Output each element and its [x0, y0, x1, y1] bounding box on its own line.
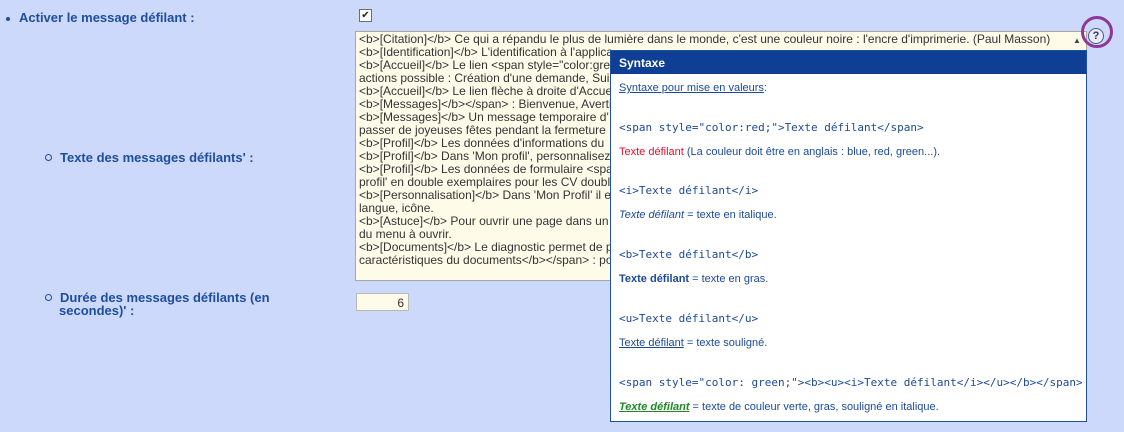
syntax-tooltip: Syntaxe Syntaxe pour mise en valeurs: <s…	[610, 50, 1087, 422]
tooltip-title: Syntaxe	[611, 51, 1086, 74]
scrolling-enabled-checkbox[interactable]: ✔	[359, 9, 372, 22]
combo-sample: Texte défilant	[619, 401, 690, 413]
circle-bullet-icon	[45, 294, 52, 302]
red-example: Texte défilant (La couleur doit être en …	[619, 146, 941, 158]
red-code-example: <span style="color:red;">Texte défilant<…	[619, 121, 924, 134]
bold-example: Texte défilant = texte en gras.	[619, 273, 769, 285]
italic-example: Texte défilant = texte en italique.	[619, 209, 777, 221]
combo-example: Texte défilant = texte de couleur verte,…	[619, 401, 939, 413]
underline-code-example: <u>Texte défilant</u>	[619, 312, 759, 325]
help-icon[interactable]: ?	[1088, 28, 1104, 44]
duration-label: Durée des messages défilants (en seconde…	[45, 291, 270, 317]
checkmark-icon: ✔	[361, 9, 370, 21]
red-sample: Texte défilant	[619, 146, 684, 158]
underline-sample: Texte défilant	[619, 337, 684, 349]
duration-input[interactable]: 6	[356, 293, 409, 311]
messages-label: Texte des messages défilants' :	[45, 150, 254, 165]
italic-sample: Texte défilant	[619, 209, 685, 221]
scrolling-enabled-label: Activer le message défilant :	[6, 10, 195, 25]
bullet-icon	[6, 16, 10, 21]
underline-example: Texte défilant = texte souligné.	[619, 337, 768, 349]
syntax-link[interactable]: Syntaxe pour mise en valeurs	[619, 82, 764, 94]
textarea-line: <b>[Citation]</b> Ce qui a répandu le pl…	[359, 33, 1051, 46]
bold-sample: Texte défilant	[619, 273, 690, 285]
combo-code-example: <span style="color: green;"><b><u><i>Tex…	[619, 376, 1083, 389]
tooltip-intro: Syntaxe pour mise en valeurs:	[619, 82, 767, 94]
italic-code-example: <i>Texte défilant</i>	[619, 184, 759, 197]
bold-code-example: <b>Texte défilant</b>	[619, 248, 759, 261]
circle-bullet-icon	[45, 154, 52, 162]
